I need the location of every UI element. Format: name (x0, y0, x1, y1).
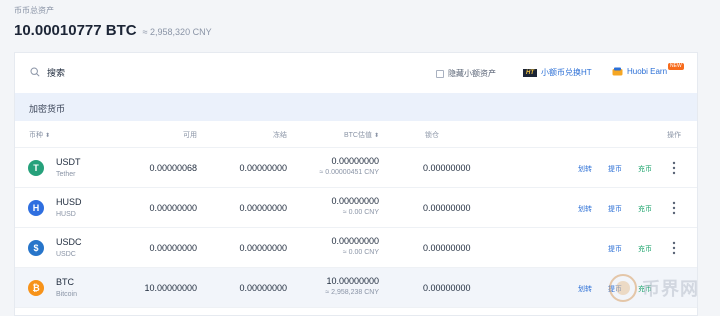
section-title: 加密货币 (29, 104, 66, 114)
ht-icon: HT (523, 68, 537, 77)
huobi-earn-link[interactable]: Huobi Earn NEW (612, 63, 684, 76)
total-cny-value: ≈ 2,958,320 CNY (142, 27, 212, 37)
available-amount: 10.00000000 (144, 283, 197, 293)
deposit-button[interactable]: 充币 (638, 204, 652, 214)
more-vertical-icon[interactable] (671, 240, 677, 256)
frozen-amount: 0.00000000 (239, 163, 287, 173)
available-amount: 0.00000068 (149, 163, 197, 173)
search-input[interactable] (47, 65, 247, 81)
frozen-amount: 0.00000000 (239, 243, 287, 253)
bitcoin-icon: ₿ (28, 280, 44, 296)
sort-icon: ⬍ (373, 133, 379, 139)
hide-small-assets-toggle[interactable]: 隐藏小额资产 (436, 68, 496, 79)
frozen-amount: 0.00000000 (239, 203, 287, 213)
column-locked-label: 锁仓 (425, 132, 439, 139)
withdraw-button[interactable]: 提币 (608, 204, 622, 214)
transfer-button[interactable]: 划转 (578, 204, 592, 214)
total-assets-header: 币币总资产 10.00010777 BTC ≈ 2,958,320 CNY (14, 5, 212, 39)
locked-amount: 0.00000000 (423, 203, 471, 213)
withdraw-button[interactable]: 提币 (608, 164, 622, 174)
coin-name: HUSD (56, 211, 76, 218)
column-header-btc-value[interactable]: BTC估值 ⬍ (344, 130, 379, 140)
column-actions-label: 操作 (667, 132, 681, 139)
locked-amount: 0.00000000 (423, 243, 471, 253)
coin-symbol: USDT (56, 157, 81, 167)
btc-cny-value: ≈ 0.00000451 CNY (319, 169, 380, 176)
husd-icon: H (28, 200, 44, 216)
btc-value: 0.00000000 (331, 236, 379, 246)
btc-cny-value: ≈ 2,958,238 CNY (325, 289, 379, 296)
btc-value: 0.00000000 (331, 196, 379, 206)
available-amount: 0.00000000 (149, 243, 197, 253)
coin-name: USDC (56, 251, 76, 258)
column-coin-label: 币种 (29, 132, 43, 139)
table-row: ₿ BTC Bitcoin 10.00000000 0.00000000 10.… (15, 268, 697, 308)
withdraw-button[interactable]: 提币 (608, 244, 622, 254)
column-header-frozen: 冻结 (273, 130, 287, 140)
new-badge: NEW (668, 63, 684, 70)
watermark: 币界网 (608, 268, 712, 308)
assets-panel: 隐藏小额资产 HT 小额币兑换HT Huobi Earn NEW 加密货币 币种… (14, 52, 698, 316)
total-assets-label: 币币总资产 (14, 6, 54, 15)
table-row: H HUSD HUSD 0.00000000 0.00000000 0.0000… (15, 188, 697, 228)
btc-value: 0.00000000 (331, 156, 379, 166)
sort-icon: ⬍ (45, 133, 51, 139)
tether-icon: T (28, 160, 44, 176)
btc-cny-value: ≈ 0.00 CNY (342, 209, 379, 216)
column-frozen-label: 冻结 (273, 132, 287, 139)
available-amount: 0.00000000 (149, 203, 197, 213)
table-row: $ USDC USDC 0.00000000 0.00000000 0.0000… (15, 228, 697, 268)
coin-name: Bitcoin (56, 291, 78, 298)
convert-to-ht-label: 小额币兑换HT (541, 68, 592, 77)
coin-symbol: BTC (56, 277, 74, 287)
huobi-earn-label: Huobi Earn (627, 67, 668, 76)
column-header-coin[interactable]: 币种 ⬍ (29, 130, 50, 140)
piggy-bank-icon (612, 67, 623, 76)
column-header-locked: 锁仓 (425, 130, 439, 140)
coin-name: Tether (56, 171, 76, 178)
column-header-actions: 操作 (667, 130, 681, 140)
transfer-button[interactable]: 划转 (578, 284, 592, 294)
more-vertical-icon[interactable] (671, 160, 677, 176)
watermark-text: 币界网 (642, 279, 699, 299)
usdc-icon: $ (28, 240, 44, 256)
locked-amount: 0.00000000 (423, 163, 471, 173)
watermark-logo-icon (609, 274, 637, 302)
btc-value: 10.00000000 (326, 276, 379, 286)
deposit-button[interactable]: 充币 (638, 244, 652, 254)
column-available-label: 可用 (183, 132, 197, 139)
search-bar (15, 53, 697, 93)
hide-small-checkbox[interactable] (436, 69, 444, 78)
btc-cny-value: ≈ 0.00 CNY (342, 249, 379, 256)
column-header-available: 可用 (183, 130, 197, 140)
section-header: 加密货币 (15, 93, 697, 121)
coin-symbol: HUSD (56, 197, 82, 207)
total-btc-value: 10.00010777 BTC (14, 22, 137, 39)
table-row: T USDT Tether 0.00000068 0.00000000 0.00… (15, 148, 697, 188)
frozen-amount: 0.00000000 (239, 283, 287, 293)
locked-amount: 0.00000000 (423, 283, 471, 293)
deposit-button[interactable]: 充币 (638, 164, 652, 174)
search-icon (30, 67, 40, 77)
hide-small-label: 隐藏小额资产 (448, 69, 496, 78)
convert-to-ht-link[interactable]: HT 小额币兑换HT (523, 67, 592, 78)
assets-page: 币币总资产 10.00010777 BTC ≈ 2,958,320 CNY 隐藏… (0, 0, 720, 316)
more-vertical-icon[interactable] (671, 200, 677, 216)
column-btc-value-label: BTC估值 (343, 132, 372, 139)
total-assets-row: 10.00010777 BTC ≈ 2,958,320 CNY (14, 22, 212, 39)
coin-symbol: USDC (56, 237, 82, 247)
transfer-button[interactable]: 划转 (578, 164, 592, 174)
